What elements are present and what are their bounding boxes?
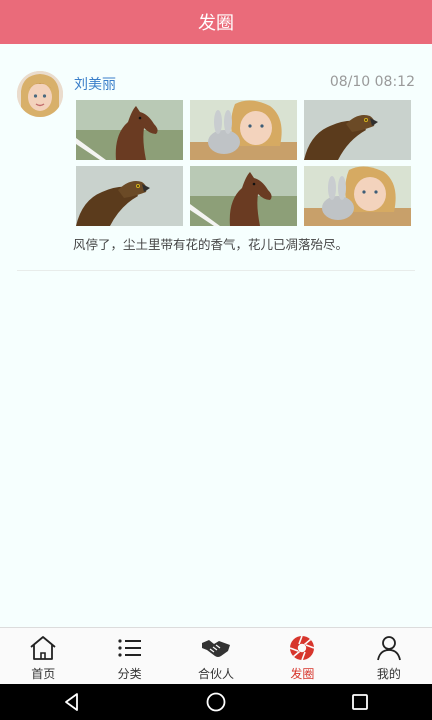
back-icon (65, 693, 78, 711)
horse-photo[interactable] (190, 166, 297, 226)
post-time: 08/10 08:12 (329, 74, 415, 90)
home-circle-icon (206, 692, 226, 712)
home-button[interactable] (196, 687, 236, 717)
user-icon (376, 636, 401, 661)
child-with-bunny-photo[interactable] (190, 100, 297, 160)
system-navigation-bar (0, 684, 432, 720)
avatar[interactable] (17, 71, 63, 117)
photo-grid (76, 100, 412, 226)
tab-moments[interactable]: 发圈 (259, 628, 345, 685)
bottom-tab-bar: 首页 分类 合伙人 发圈 我的 (0, 627, 432, 685)
tab-home[interactable]: 首页 (0, 628, 86, 685)
post-text: 风停了，尘土里带有花的香气，花儿已凋落殆尽。 (73, 237, 349, 252)
tab-label: 分类 (117, 667, 142, 681)
recents-button[interactable] (340, 687, 380, 717)
tab-category[interactable]: 分类 (86, 628, 172, 685)
post-divider (17, 270, 415, 271)
back-button[interactable] (52, 687, 92, 717)
tab-label: 首页 (31, 667, 56, 681)
tab-label: 我的 (376, 667, 401, 681)
page-title: 发圈 (198, 13, 234, 34)
camera-aperture-icon (290, 635, 315, 661)
tab-label: 发圈 (290, 667, 315, 681)
app-header: 发圈 (0, 0, 432, 44)
tab-label: 合伙人 (198, 667, 235, 681)
eagle-photo[interactable] (76, 166, 183, 226)
list-icon (118, 639, 141, 657)
horse-photo[interactable] (76, 100, 183, 160)
tab-mine[interactable]: 我的 (346, 628, 432, 685)
recents-icon (352, 694, 368, 710)
handshake-icon (202, 640, 231, 657)
tab-partner[interactable]: 合伙人 (173, 628, 259, 685)
post-author[interactable]: 刘美丽 (74, 74, 116, 94)
child-with-bunny-photo[interactable] (304, 166, 411, 226)
home-icon (30, 636, 56, 660)
eagle-photo[interactable] (304, 100, 411, 160)
